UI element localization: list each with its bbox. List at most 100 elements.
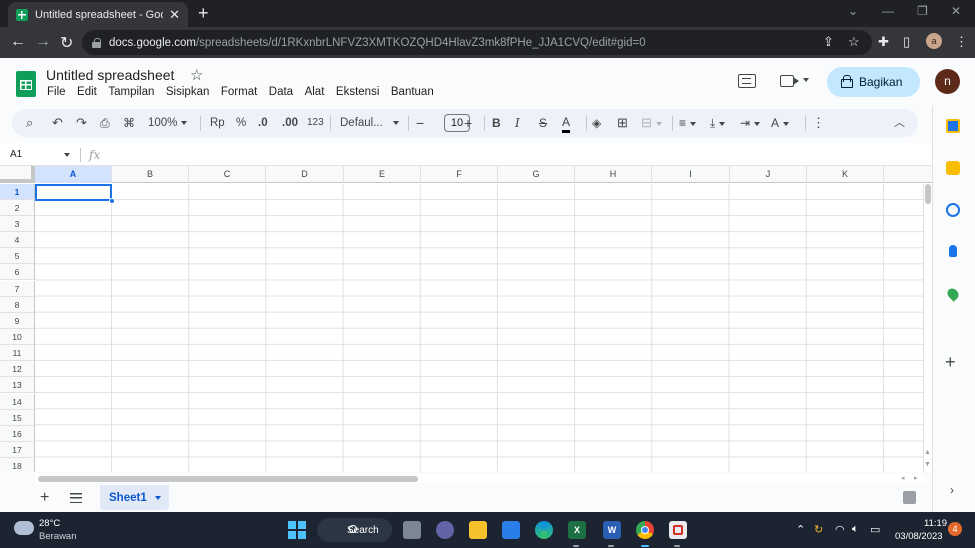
row-header[interactable]: 7 [0,281,35,297]
windows-start-icon[interactable] [288,521,306,539]
row-header[interactable]: 3 [0,216,35,232]
tab-close-icon[interactable]: ✕ [169,7,180,23]
scroll-up-icon[interactable]: ▲ [924,449,931,456]
address-bar[interactable]: docs.google.com/spreadsheets/d/1RKxnbrLN… [82,30,872,55]
vertical-scrollbar[interactable] [923,184,932,472]
weather-condition[interactable]: Berawan [39,531,77,542]
menu-help[interactable]: Bantuan [391,86,434,98]
name-box[interactable]: A1 [10,149,22,160]
italic-button[interactable]: I [515,115,520,131]
onedrive-sync-icon[interactable]: ↻ [814,523,823,536]
row-header[interactable]: 15 [0,410,35,426]
undo-icon[interactable]: ↶ [52,115,63,131]
column-header[interactable]: B [112,166,189,183]
restore-icon[interactable]: ❐ [917,4,928,18]
font-select[interactable]: Defaul... [340,115,399,131]
tray-overflow-icon[interactable]: ⌃ [796,523,805,536]
new-tab-button[interactable]: + [198,3,209,24]
row-header[interactable]: 1 [0,184,35,200]
file-explorer-icon[interactable] [469,521,487,539]
spreadsheet-grid[interactable]: A B C D E F G H I J K L 1 2 3 4 5 6 7 8 … [0,166,932,472]
redo-icon[interactable]: ↷ [76,115,87,131]
chevron-down-icon[interactable] [154,495,161,500]
column-header[interactable]: I [652,166,730,183]
text-wrap-icon[interactable]: ⇥ [740,115,761,131]
select-all-corner[interactable] [0,166,35,183]
row-header[interactable]: 18 [0,458,35,472]
forward-icon[interactable]: → [35,33,51,51]
row-header[interactable]: 5 [0,248,35,264]
column-header[interactable]: H [575,166,652,183]
weather-temperature[interactable]: 28°C [39,518,60,529]
merge-cells-icon[interactable]: ⊟ [641,115,662,131]
sheets-logo-icon[interactable] [16,71,36,97]
share-page-icon[interactable]: ⇪ [823,34,834,50]
fill-handle[interactable] [109,198,115,204]
increase-font-size-button[interactable]: + [464,115,472,131]
add-sheet-button[interactable]: + [40,489,49,507]
print-icon[interactable]: ⎙ [100,115,110,131]
minimize-icon[interactable]: — [882,4,894,18]
horizontal-align-icon[interactable]: ≡ [679,115,697,131]
column-header[interactable]: D [266,166,344,183]
row-header[interactable]: 14 [0,394,35,410]
row-header[interactable]: 8 [0,297,35,313]
selected-cell[interactable] [35,184,112,201]
star-icon[interactable]: ☆ [190,66,203,84]
decrease-font-size-button[interactable]: − [416,115,424,131]
scroll-right-icon[interactable]: ▸ [914,474,918,482]
more-vert-icon[interactable]: ⋮ [955,34,968,50]
menu-view[interactable]: Tampilan [108,86,154,98]
battery-icon[interactable]: ▭ [870,523,880,536]
keep-icon[interactable] [946,161,960,175]
row-header[interactable]: 2 [0,200,35,216]
reload-icon[interactable]: ↻ [60,33,73,53]
strikethrough-button[interactable]: S [539,115,547,131]
edge-browser-icon[interactable] [535,521,553,539]
zoom-select[interactable]: 100% [148,115,188,131]
menu-file[interactable]: File [47,86,66,98]
menu-extensions[interactable]: Ekstensi [336,86,379,98]
more-formats-button[interactable]: 123 [307,115,324,131]
collapse-menus-icon[interactable]: ︿ [894,115,905,131]
browser-tab[interactable]: Untitled spreadsheet - Google Sp ✕ [8,2,188,27]
row-header[interactable]: 17 [0,442,35,458]
chevron-down-icon[interactable] [64,153,70,157]
clock-time[interactable]: 11:19 [924,518,947,529]
notification-badge[interactable]: 4 [948,522,962,536]
row-header[interactable]: 12 [0,361,35,377]
row-header[interactable]: 9 [0,313,35,329]
row-header[interactable]: 10 [0,329,35,345]
row-header[interactable]: 16 [0,426,35,442]
close-window-icon[interactable]: ✕ [951,4,961,18]
vertical-scrollbar-thumb[interactable] [925,184,931,204]
all-sheets-menu-icon[interactable] [70,493,82,503]
cell-area[interactable] [35,184,932,472]
column-header[interactable]: G [498,166,575,183]
bookmark-star-icon[interactable]: ☆ [848,34,860,50]
side-panel-icon[interactable]: ▯ [903,34,910,50]
show-side-panel-icon[interactable]: › [950,483,954,497]
scroll-down-icon[interactable]: ▼ [924,461,931,468]
column-header[interactable]: L [884,166,932,183]
row-header[interactable]: 13 [0,377,35,393]
microsoft-store-icon[interactable] [502,521,520,539]
row-header[interactable]: 11 [0,345,35,361]
column-header[interactable]: J [730,166,807,183]
calendar-icon[interactable] [946,119,960,133]
column-header[interactable]: A [35,166,112,183]
share-button[interactable]: Bagikan [827,67,920,97]
more-options-icon[interactable]: ⋮ [812,115,825,131]
teams-chat-icon[interactable] [436,521,454,539]
taskbar-search[interactable]: Search [317,518,392,542]
percent-format-button[interactable]: % [236,115,246,131]
clock-date[interactable]: 03/08/2023 [895,531,943,542]
increase-decimal-button[interactable]: .00 [282,115,298,131]
browser-profile-avatar[interactable]: a [926,33,942,49]
search-menus-icon[interactable]: ⌕ [26,115,33,131]
bold-button[interactable]: B [492,115,501,131]
tab-search-icon[interactable]: ⌄ [848,4,858,18]
column-header[interactable]: F [421,166,498,183]
task-view-icon[interactable] [403,521,421,539]
contacts-icon[interactable] [949,245,957,257]
